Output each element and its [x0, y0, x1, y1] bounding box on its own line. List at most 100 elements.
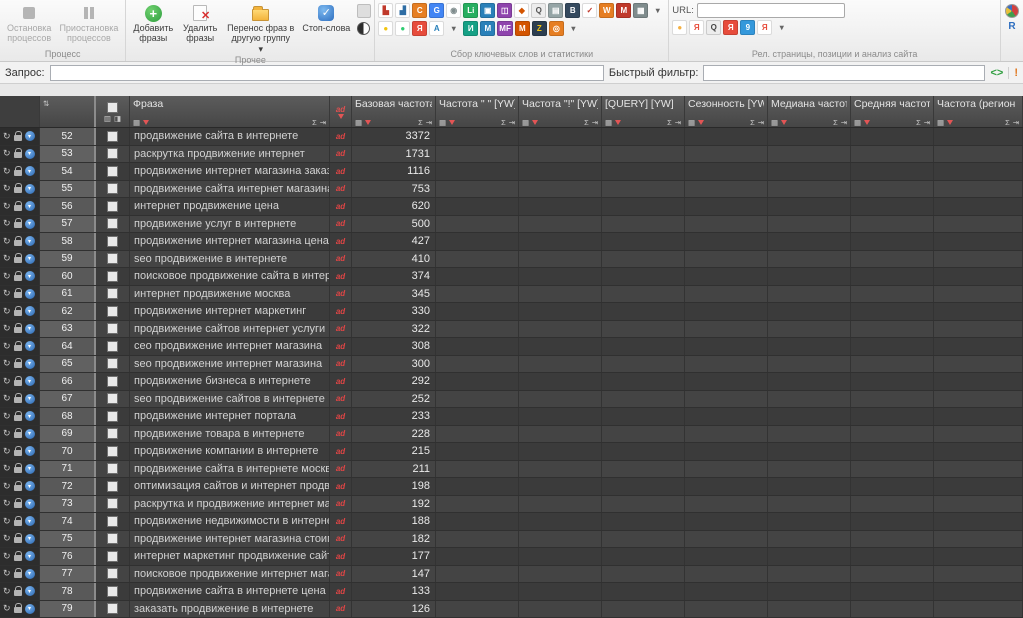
direct-globe-icon[interactable]: ▾	[24, 271, 35, 282]
direct-globe-icon[interactable]: ▾	[24, 411, 35, 422]
phrase-text[interactable]: seo продвижение в интернете	[130, 250, 330, 267]
direct-ad-icon[interactable]: ad	[330, 548, 352, 565]
table-row[interactable]: ↻ ▾ 54 продвижение интернет магазина зак…	[0, 163, 1023, 181]
chevron-down-icon[interactable]: ▾	[774, 20, 789, 35]
direct-globe-icon[interactable]: ▾	[24, 516, 35, 527]
direct-ad-icon[interactable]: ad	[330, 600, 352, 617]
column-header[interactable]: Частота " " [YW] ▦ Σ ⇥	[436, 96, 519, 127]
phrase-text[interactable]: продвижение сайта в интернете	[130, 128, 330, 145]
chevron-down-icon[interactable]: ▾	[566, 21, 581, 36]
column-header[interactable]: Медиана частот ▦ Σ ⇥	[768, 96, 851, 127]
pin-icon[interactable]: ⇥	[320, 118, 326, 127]
grid-icon[interactable]: ▦	[133, 118, 140, 127]
grid-icon[interactable]: ▦	[605, 118, 612, 127]
orange-diamond-icon[interactable]: ◆	[514, 3, 530, 18]
pin-icon[interactable]: ⇥	[592, 118, 598, 127]
sum-icon[interactable]: Σ	[584, 118, 589, 127]
refresh-icon[interactable]: ↻	[3, 481, 11, 491]
table-row[interactable]: ↻ ▾ 72 оптимизация сайтов и интернет про…	[0, 478, 1023, 496]
row-checkbox[interactable]	[107, 393, 118, 405]
z-dark-icon[interactable]: Z	[531, 21, 547, 36]
direct-ad-icon[interactable]: ad	[330, 390, 352, 407]
table-row[interactable]: ↻ ▾ 76 интернет маркетинг продвижение са…	[0, 548, 1023, 566]
chart-red-icon[interactable]: ▙	[378, 3, 394, 18]
refresh-icon[interactable]: ↻	[3, 341, 11, 351]
lock-icon[interactable]	[13, 235, 22, 246]
gray-list-icon[interactable]: ▤	[548, 3, 564, 18]
direct-ad-icon[interactable]: ad	[330, 145, 352, 162]
direct-ad-icon[interactable]: ad	[330, 338, 352, 355]
table-row[interactable]: ↻ ▾ 62 продвижение интернет маркетинг ad…	[0, 303, 1023, 321]
filter-icon[interactable]	[449, 119, 456, 125]
sum-icon[interactable]: Σ	[1005, 118, 1010, 127]
header-direct-ad[interactable]: ad	[330, 96, 352, 127]
row-checkbox[interactable]	[107, 130, 118, 142]
direct-ad-icon[interactable]: ad	[330, 513, 352, 530]
header-phrase[interactable]: Фраза ▦ Σ ⇥	[130, 96, 330, 127]
table-row[interactable]: ↻ ▾ 79 заказать продвижение в интернете …	[0, 600, 1023, 618]
google-icon[interactable]: G	[429, 3, 445, 18]
table-row[interactable]: ↻ ▾ 71 продвижение сайта в интернете мос…	[0, 460, 1023, 478]
table-row[interactable]: ↻ ▾ 56 интернет продвижение цена ad 620	[0, 198, 1023, 216]
direct-ad-icon[interactable]: ad	[330, 355, 352, 372]
lock-icon[interactable]	[13, 323, 22, 334]
direct-ad-icon[interactable]: ad	[330, 478, 352, 495]
row-checkbox[interactable]	[107, 253, 118, 265]
direct-ad-icon[interactable]: ad	[330, 530, 352, 547]
lock-icon[interactable]	[13, 533, 22, 544]
sort-icon[interactable]: ⇅	[43, 100, 49, 108]
direct-ad-icon[interactable]: ad	[330, 163, 352, 180]
phrase-text[interactable]: поисковое продвижение сайта в интернете	[130, 268, 330, 285]
url-input[interactable]	[696, 3, 845, 18]
chevron-down-icon[interactable]: ▾	[650, 3, 665, 18]
phrase-text[interactable]: продвижение недвижимости в интернете	[130, 513, 330, 530]
column-header[interactable]: Частота (регион ▦ Σ ⇥	[934, 96, 1023, 127]
direct-globe-icon[interactable]: ▾	[24, 533, 35, 544]
table-row[interactable]: ↻ ▾ 63 продвижение сайтов интернет услуг…	[0, 320, 1023, 338]
phrase-text[interactable]: продвижение услуг в интернете	[130, 215, 330, 232]
table-row[interactable]: ↻ ▾ 77 поисковое продвижение интернет ма…	[0, 565, 1023, 583]
row-checkbox[interactable]	[107, 533, 118, 545]
row-checkbox[interactable]	[107, 200, 118, 212]
direct-globe-icon[interactable]: ▾	[24, 568, 35, 579]
grid-icon[interactable]: ▦	[355, 118, 362, 127]
row-checkbox[interactable]	[107, 463, 118, 475]
direct-ad-icon[interactable]: ad	[330, 233, 352, 250]
add-phrases-button[interactable]: + Добавить фразы	[129, 1, 177, 45]
row-checkbox[interactable]	[107, 305, 118, 317]
lock-icon[interactable]	[13, 183, 22, 194]
direct-globe-icon[interactable]: ▾	[24, 201, 35, 212]
row-checkbox[interactable]	[107, 585, 118, 597]
m-red-icon[interactable]: M	[616, 3, 632, 18]
direct-ad-icon[interactable]: ad	[330, 408, 352, 425]
direct-globe-icon[interactable]: ▾	[24, 236, 35, 247]
direct-ad-icon[interactable]: ad	[330, 303, 352, 320]
refresh-icon[interactable]: ↻	[3, 324, 11, 333]
refresh-icon[interactable]: ↻	[3, 219, 11, 228]
refresh-icon[interactable]: ↻	[3, 184, 11, 193]
table-row[interactable]: ↻ ▾ 67 seo продвижение сайтов в интернет…	[0, 390, 1023, 408]
row-checkbox[interactable]	[107, 515, 118, 527]
filter-icon[interactable]	[698, 119, 705, 125]
row-checkbox[interactable]	[107, 218, 118, 230]
direct-ad-icon[interactable]: ad	[330, 250, 352, 267]
direct-globe-icon[interactable]: ▾	[24, 131, 35, 142]
pin-icon[interactable]: ⇥	[426, 118, 432, 127]
phrase-text[interactable]: продвижение сайта в интернете цена	[130, 583, 330, 600]
phrase-text[interactable]: seo продвижение интернет магазина	[130, 355, 330, 372]
direct-globe-icon[interactable]: ▾	[24, 166, 35, 177]
lock-icon[interactable]	[13, 480, 22, 491]
lock-icon[interactable]	[13, 393, 22, 404]
grid-icon[interactable]: ▦	[439, 118, 446, 127]
refresh-icon[interactable]: ↻	[3, 569, 11, 578]
direct-ad-icon[interactable]: ad	[330, 565, 352, 582]
phrase-text[interactable]: интернет продвижение москва	[130, 285, 330, 302]
sum-icon[interactable]: Σ	[312, 118, 317, 127]
phrase-text[interactable]: поисковое продвижение интернет магаз	[130, 565, 330, 582]
mf-purple-icon[interactable]: MF	[497, 21, 513, 36]
lock-icon[interactable]	[13, 515, 22, 526]
query-input[interactable]	[49, 64, 604, 81]
direct-globe-icon[interactable]: ▾	[24, 358, 35, 369]
table-row[interactable]: ↻ ▾ 78 продвижение сайта в интернете цен…	[0, 583, 1023, 601]
direct-globe-icon[interactable]: ▾	[24, 498, 35, 509]
